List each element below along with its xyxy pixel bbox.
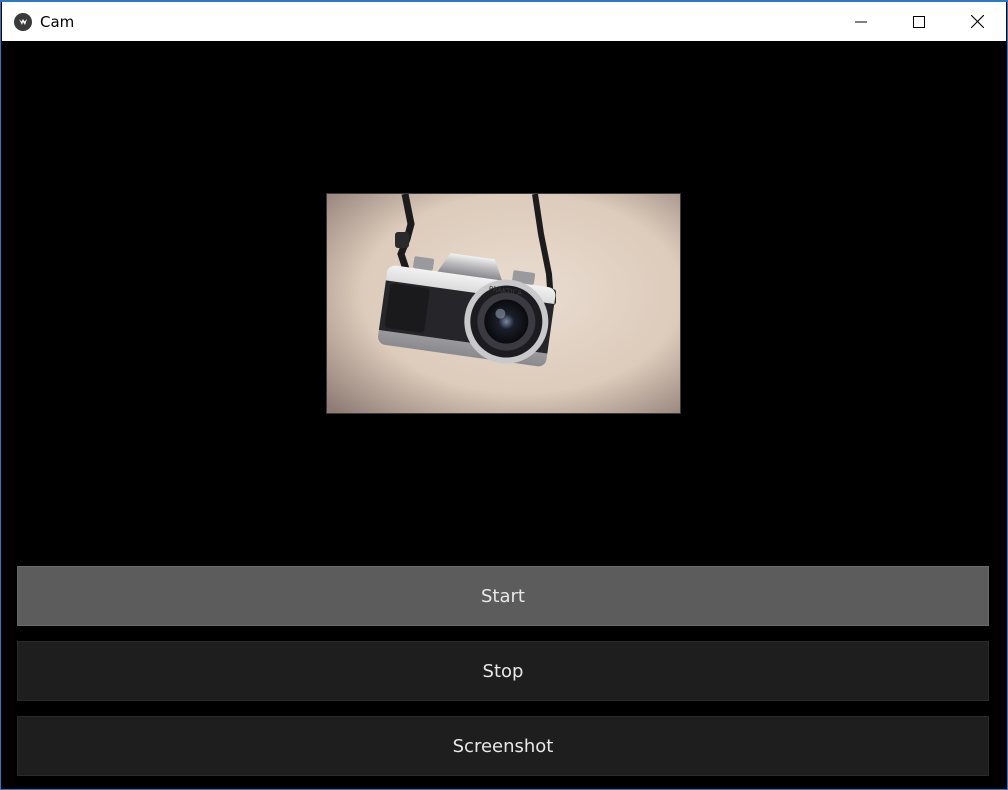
kivy-app-icon: [14, 12, 32, 31]
maximize-button[interactable]: [890, 2, 948, 41]
app-window: Cam PRAKTICA Start Stop Screenshot: [0, 0, 1008, 790]
maximize-icon: [913, 15, 925, 28]
start-button[interactable]: Start: [17, 566, 989, 626]
minimize-button[interactable]: [832, 2, 890, 41]
minimize-icon: [855, 21, 867, 22]
window-title: Cam: [40, 12, 75, 31]
close-button[interactable]: [948, 2, 1006, 41]
close-icon: [970, 15, 984, 28]
title-bar[interactable]: Cam: [2, 2, 1006, 41]
stop-button[interactable]: Stop: [17, 641, 989, 701]
caption-buttons: [832, 2, 1006, 41]
camera-view: PRAKTICA Start Stop Screenshot: [2, 41, 1006, 789]
camera-preview-image: PRAKTICA: [326, 193, 681, 414]
camera-photo: PRAKTICA: [327, 194, 680, 413]
screenshot-button[interactable]: Screenshot: [17, 716, 989, 776]
